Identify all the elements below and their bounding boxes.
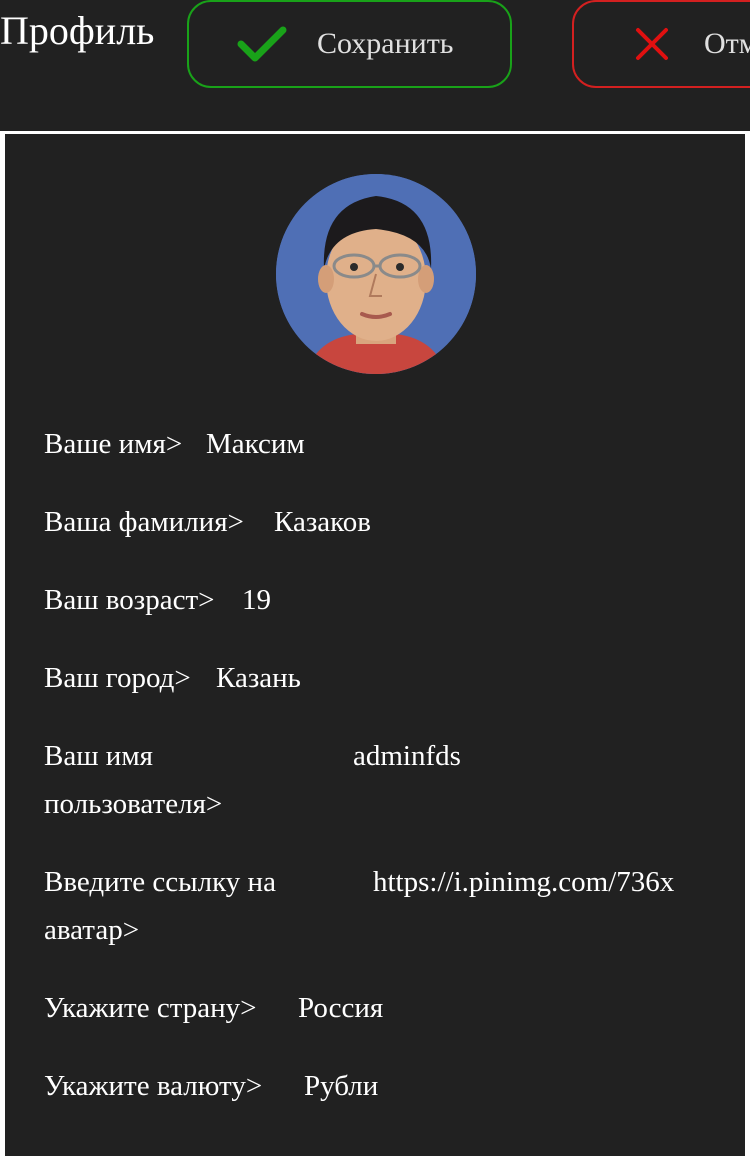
cancel-button-label: Отм [704, 27, 750, 60]
close-icon [626, 18, 678, 70]
profile-panel: Ваше имя> Максим Ваша фамилия> Казаков В… [3, 134, 747, 1156]
city-value[interactable]: Казань [216, 654, 301, 702]
avatar-url-label-line1: Введите ссылку на [44, 866, 276, 898]
avatar-url-value[interactable]: https://i.pinimg.com/736x [373, 858, 674, 906]
first-name-label: Ваше имя> [44, 428, 183, 460]
country-label: Укажите страну> [44, 992, 257, 1024]
first-name-value[interactable]: Максим [206, 420, 305, 468]
age-label: Ваш возраст> [44, 584, 215, 616]
username-label-line1: Ваш имя [44, 740, 154, 772]
checkmark-icon [237, 18, 289, 70]
country-value[interactable]: Россия [298, 984, 383, 1032]
page-title: Профиль [0, 8, 155, 53]
currency-label: Укажите валюту> [44, 1070, 263, 1102]
age-value[interactable]: 19 [242, 576, 271, 624]
user-avatar [276, 174, 476, 374]
save-button-label: Сохранить [317, 27, 454, 60]
username-label-line2: пользователя> [44, 788, 223, 820]
avatar-url-label-line2: аватар> [44, 914, 140, 946]
last-name-label: Ваша фамилия> [44, 506, 244, 538]
last-name-value[interactable]: Казаков [274, 498, 371, 546]
top-bar: Профиль Сохранить Отм [0, 0, 750, 131]
cancel-button[interactable]: Отм [572, 0, 750, 88]
save-button[interactable]: Сохранить [187, 0, 512, 88]
currency-value[interactable]: Рубли [304, 1062, 378, 1110]
username-value[interactable]: adminfds [353, 732, 461, 780]
city-label: Ваш город> [44, 662, 191, 694]
